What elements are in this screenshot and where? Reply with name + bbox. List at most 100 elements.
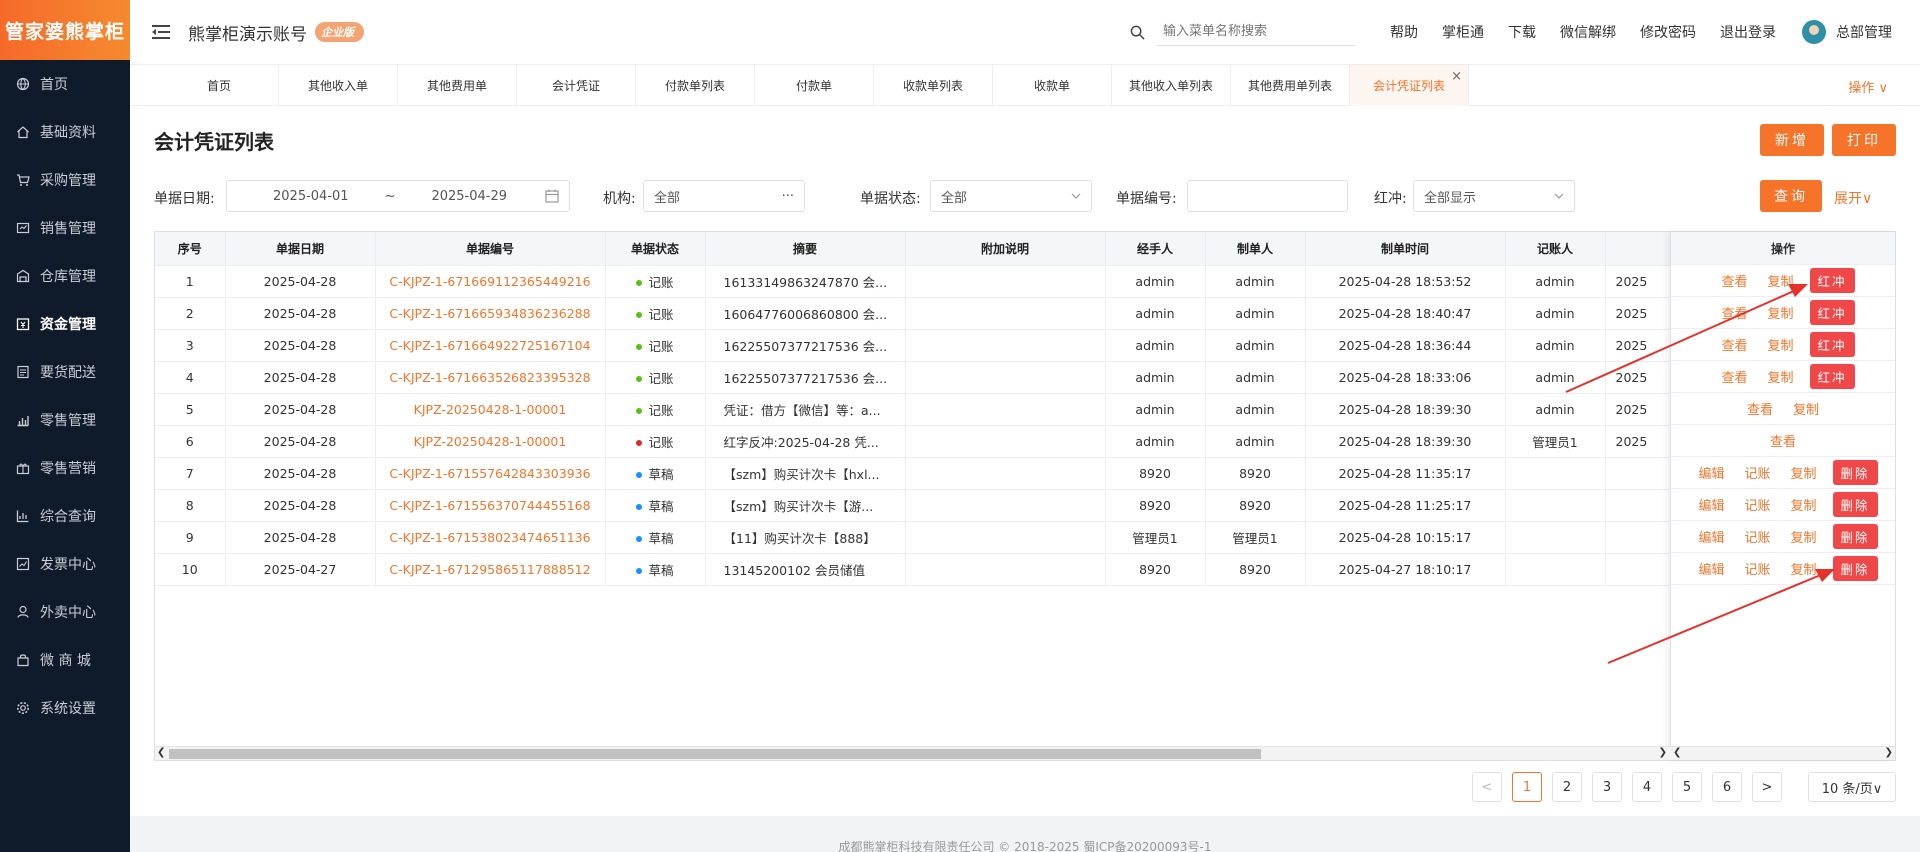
- sidebar-item-5[interactable]: 资金管理: [0, 300, 130, 348]
- cell-code[interactable]: C-KJPZ-1-671557642843303936: [375, 457, 606, 490]
- red-flush-button[interactable]: 红冲: [1809, 268, 1855, 293]
- cell-code[interactable]: C-KJPZ-1-671665934836236288: [375, 297, 606, 330]
- op-link[interactable]: 查看: [1721, 335, 1747, 354]
- wechat-unbind-link[interactable]: 微信解绑: [1560, 22, 1616, 42]
- op-link[interactable]: 编辑: [1698, 463, 1724, 482]
- op-link[interactable]: 复制: [1767, 303, 1793, 322]
- org-more-icon[interactable]: ···: [782, 189, 794, 204]
- sidebar-item-12[interactable]: 微 商 城: [0, 636, 130, 684]
- close-icon[interactable]: ×: [1451, 69, 1462, 84]
- date-from[interactable]: 2025-04-01: [273, 189, 349, 204]
- sidebar-item-10[interactable]: 发票中心: [0, 540, 130, 588]
- op-link[interactable]: 记账: [1744, 559, 1770, 578]
- sidebar-item-11[interactable]: 外卖中心: [0, 588, 130, 636]
- cell-code[interactable]: C-KJPZ-1-671664922725167104: [375, 329, 606, 362]
- change-password-link[interactable]: 修改密码: [1640, 22, 1696, 42]
- table-row[interactable]: 6 2025-04-28 KJPZ-20250428-1-00001 记账 红字反冲:2…: [155, 425, 1674, 458]
- op-link[interactable]: 编辑: [1698, 527, 1724, 546]
- tabs-ops-dropdown[interactable]: 操作 ∨: [1848, 77, 1888, 96]
- red-flush-button[interactable]: 红冲: [1809, 364, 1855, 389]
- code-input[interactable]: [1187, 180, 1348, 212]
- tab-10[interactable]: 会计凭证列表 ×: [1350, 65, 1469, 106]
- cell-code[interactable]: C-KJPZ-1-671538023474651136: [375, 521, 606, 554]
- sidebar-item-8[interactable]: 零售营销: [0, 444, 130, 492]
- expand-link[interactable]: 展开∨: [1834, 188, 1872, 208]
- tab-3[interactable]: 会计凭证: [517, 65, 636, 106]
- horizontal-scrollbar[interactable]: ❮ ❯: [155, 746, 1671, 760]
- op-link[interactable]: 查看: [1721, 271, 1747, 290]
- op-link[interactable]: 查看: [1721, 303, 1747, 322]
- menu-toggle-icon[interactable]: [152, 25, 170, 39]
- sidebar-item-4[interactable]: 仓库管理: [0, 252, 130, 300]
- page-button[interactable]: 2: [1552, 772, 1582, 802]
- zhanggui-link[interactable]: 掌柜通: [1442, 22, 1484, 42]
- table-row[interactable]: 2 2025-04-28 C-KJPZ-1-671665934836236288 记账…: [155, 297, 1674, 330]
- help-link[interactable]: 帮助: [1390, 22, 1418, 42]
- op-link[interactable]: 编辑: [1698, 559, 1724, 578]
- op-link[interactable]: 查看: [1721, 367, 1747, 386]
- tab-1[interactable]: 其他收入单: [279, 65, 398, 106]
- op-link[interactable]: 编辑: [1698, 495, 1724, 514]
- op-link[interactable]: 查看: [1747, 399, 1773, 418]
- page-button[interactable]: 4: [1632, 772, 1662, 802]
- sidebar-item-2[interactable]: 采购管理: [0, 156, 130, 204]
- delete-button[interactable]: 删除: [1832, 460, 1878, 485]
- table-row[interactable]: 7 2025-04-28 C-KJPZ-1-671557642843303936 草稿…: [155, 457, 1674, 490]
- page-button[interactable]: 5: [1672, 772, 1702, 802]
- table-row[interactable]: 9 2025-04-28 C-KJPZ-1-671538023474651136 草稿…: [155, 521, 1674, 554]
- sidebar-item-13[interactable]: 系统设置: [0, 684, 130, 732]
- table-row[interactable]: 10 2025-04-27 C-KJPZ-1-671295865117888512 草…: [155, 553, 1674, 586]
- cell-code[interactable]: C-KJPZ-1-671669112365449216: [375, 265, 606, 298]
- sidebar-item-1[interactable]: 基础资料: [0, 108, 130, 156]
- tab-4[interactable]: 付款单列表: [636, 65, 755, 106]
- red-flush-button[interactable]: 红冲: [1809, 332, 1855, 357]
- add-button[interactable]: 新增: [1760, 124, 1824, 156]
- page-button[interactable]: 1: [1512, 772, 1542, 802]
- tab-9[interactable]: 其他费用单列表: [1231, 65, 1350, 106]
- op-link[interactable]: 复制: [1791, 559, 1817, 578]
- status-select[interactable]: 全部: [930, 180, 1092, 212]
- sidebar-item-0[interactable]: 首页: [0, 60, 130, 108]
- sidebar-item-7[interactable]: 零售管理: [0, 396, 130, 444]
- op-link[interactable]: 记账: [1744, 495, 1770, 514]
- delete-button[interactable]: 删除: [1832, 492, 1878, 517]
- scroll-right-icon[interactable]: ❯: [1885, 747, 1893, 758]
- org-select[interactable]: 全部 ···: [643, 180, 805, 212]
- op-link[interactable]: 复制: [1793, 399, 1819, 418]
- cell-code[interactable]: C-KJPZ-1-671295865117888512: [375, 553, 606, 586]
- op-link[interactable]: 复制: [1791, 527, 1817, 546]
- op-link[interactable]: 查看: [1770, 431, 1796, 450]
- table-row[interactable]: 4 2025-04-28 C-KJPZ-1-671663526823395328 记账…: [155, 361, 1674, 394]
- print-button[interactable]: 打印: [1832, 124, 1896, 156]
- prev-page-button[interactable]: <: [1472, 772, 1502, 802]
- page-size-select[interactable]: 10 条/页∨: [1808, 772, 1896, 802]
- delete-button[interactable]: 删除: [1832, 556, 1878, 581]
- table-row[interactable]: 1 2025-04-28 C-KJPZ-1-671669112365449216 记账…: [155, 265, 1674, 298]
- op-link[interactable]: 复制: [1791, 463, 1817, 482]
- cell-code[interactable]: KJPZ-20250428-1-00001: [375, 393, 606, 426]
- page-button[interactable]: 6: [1712, 772, 1742, 802]
- query-button[interactable]: 查询: [1760, 180, 1822, 212]
- next-page-button[interactable]: >: [1752, 772, 1782, 802]
- cell-code[interactable]: KJPZ-20250428-1-00001: [375, 425, 606, 458]
- op-link[interactable]: 复制: [1767, 367, 1793, 386]
- op-link[interactable]: 复制: [1791, 495, 1817, 514]
- op-link[interactable]: 复制: [1767, 271, 1793, 290]
- date-range-picker[interactable]: 2025-04-01 ~ 2025-04-29: [226, 180, 570, 212]
- scrollbar-thumb[interactable]: [169, 749, 1261, 759]
- table-row[interactable]: 5 2025-04-28 KJPZ-20250428-1-00001 记账 凭证：借方【…: [155, 393, 1674, 426]
- sidebar-item-6[interactable]: 要货配送: [0, 348, 130, 396]
- logout-link[interactable]: 退出登录: [1720, 22, 1776, 42]
- tab-2[interactable]: 其他费用单: [398, 65, 517, 106]
- ops-scrollbar[interactable]: ❮ ❯: [1671, 746, 1895, 760]
- op-link[interactable]: 记账: [1744, 463, 1770, 482]
- scroll-left-icon[interactable]: ❮: [1673, 747, 1681, 758]
- sidebar-item-3[interactable]: 销售管理: [0, 204, 130, 252]
- date-to[interactable]: 2025-04-29: [431, 189, 507, 204]
- tab-6[interactable]: 收款单列表: [874, 65, 993, 106]
- op-link[interactable]: 记账: [1744, 527, 1770, 546]
- table-row[interactable]: 3 2025-04-28 C-KJPZ-1-671664922725167104 记账…: [155, 329, 1674, 362]
- table-row[interactable]: 8 2025-04-28 C-KJPZ-1-671556370744455168 草稿…: [155, 489, 1674, 522]
- tab-8[interactable]: 其他收入单列表: [1112, 65, 1231, 106]
- redflush-select[interactable]: 全部显示: [1413, 180, 1575, 212]
